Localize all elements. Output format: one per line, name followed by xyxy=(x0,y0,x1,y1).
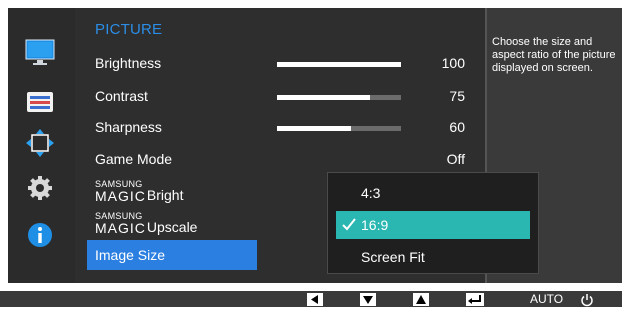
row-label: Brightness xyxy=(95,55,162,71)
menu-row-contrast[interactable]: Contrast 75 xyxy=(87,81,485,111)
row-value: 60 xyxy=(449,119,465,135)
slider-fill xyxy=(277,95,370,100)
button-guide-bar: AUTO xyxy=(0,291,622,307)
row-value: Off xyxy=(446,151,465,167)
down-arrow-icon[interactable] xyxy=(360,293,376,306)
up-arrow-icon[interactable] xyxy=(413,293,429,306)
checkmark-icon xyxy=(341,216,357,232)
category-sidebar xyxy=(8,8,75,283)
help-description: Choose the size and aspect ratio of the … xyxy=(492,36,616,74)
magic-bright-label: SAMSUNG MAGIC Bright xyxy=(95,180,184,204)
slider-fill xyxy=(277,126,352,131)
brand-big-text: MAGIC xyxy=(95,188,146,204)
row-value: 100 xyxy=(441,55,465,71)
picture-menu: PICTURE Brightness 100 Contrast 75 Sharp… xyxy=(75,8,539,283)
row-label: Image Size xyxy=(95,247,166,263)
option-16-9[interactable]: 16:9 xyxy=(336,211,530,239)
resize-arrows-icon[interactable] xyxy=(25,128,55,158)
option-screen-fit[interactable]: Screen Fit xyxy=(336,243,530,271)
option-4-3[interactable]: 4:3 xyxy=(336,179,530,207)
row-label: Contrast xyxy=(95,88,148,104)
row-label: Upscale xyxy=(146,219,198,235)
option-label: 4:3 xyxy=(361,185,381,201)
menu-title: PICTURE xyxy=(95,21,163,38)
contrast-slider[interactable] xyxy=(277,95,401,100)
row-label: Bright xyxy=(146,187,184,203)
monitor-icon[interactable] xyxy=(25,38,55,68)
slider-fill xyxy=(277,62,401,67)
brand-big-text: MAGIC xyxy=(95,220,146,236)
menu-row-brightness[interactable]: Brightness 100 xyxy=(87,48,485,78)
row-label: Sharpness xyxy=(95,119,162,135)
power-icon[interactable] xyxy=(580,293,596,307)
auto-button-label[interactable]: AUTO xyxy=(530,292,563,306)
option-label: Screen Fit xyxy=(361,249,425,265)
left-arrow-icon[interactable] xyxy=(307,293,323,306)
enter-icon[interactable] xyxy=(466,293,484,306)
osd-screen: PICTURE Brightness 100 Contrast 75 Sharp… xyxy=(8,8,622,283)
menu-row-image-size[interactable]: Image Size xyxy=(87,240,257,270)
sharpness-slider[interactable] xyxy=(277,126,401,131)
brightness-slider[interactable] xyxy=(277,62,401,67)
menu-list-icon[interactable] xyxy=(25,88,55,118)
menu-row-game-mode[interactable]: Game Mode Off xyxy=(87,144,485,174)
magic-upscale-label: SAMSUNG MAGIC Upscale xyxy=(95,212,198,236)
row-label: Game Mode xyxy=(95,151,173,167)
gear-icon[interactable] xyxy=(25,173,55,203)
row-value: 75 xyxy=(449,88,465,104)
option-label: 16:9 xyxy=(361,217,389,233)
image-size-dropdown: 4:3 16:9 Screen Fit xyxy=(327,172,539,274)
menu-row-sharpness[interactable]: Sharpness 60 xyxy=(87,112,485,142)
info-icon[interactable] xyxy=(25,220,55,250)
